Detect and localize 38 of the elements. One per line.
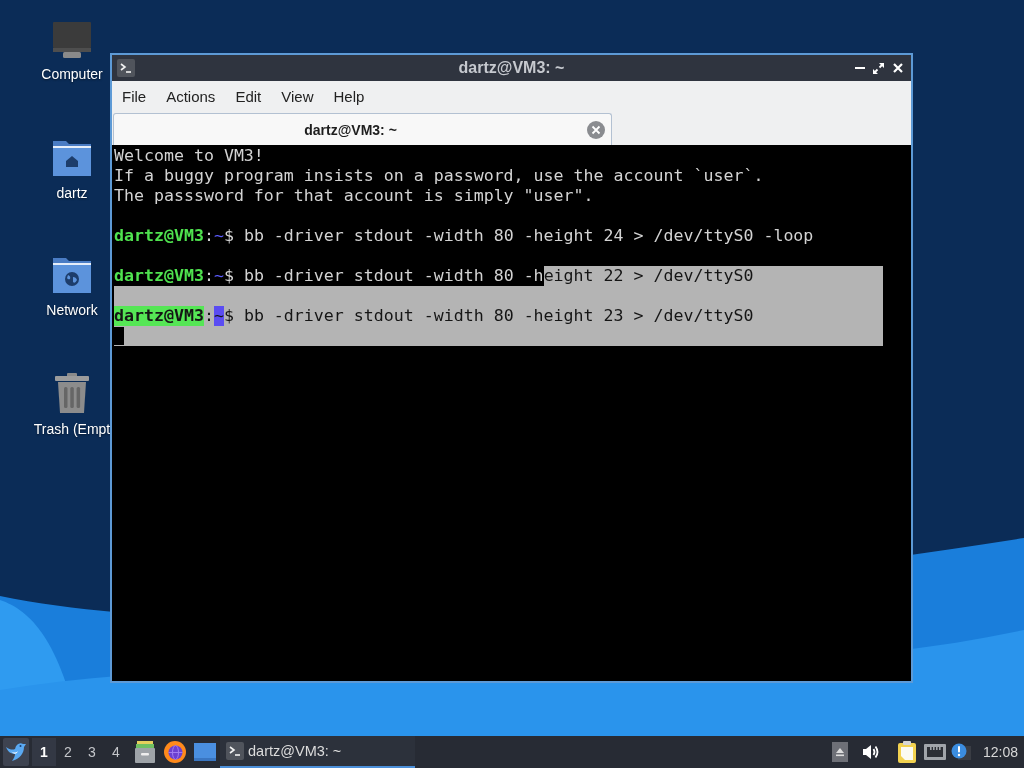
menu-item[interactable]: Actions bbox=[156, 81, 226, 112]
start-menu-button[interactable] bbox=[3, 738, 29, 766]
clock-text[interactable]: 12:08 bbox=[982, 744, 1018, 760]
workspace-button[interactable]: 1 bbox=[32, 738, 56, 766]
drawer-icon bbox=[134, 741, 156, 763]
desktop-shortcut[interactable]: Computer bbox=[41, 22, 103, 87]
window-title: dartz@VM3: ~ bbox=[458, 59, 565, 77]
close-icon bbox=[892, 63, 903, 73]
terminal-area[interactable] bbox=[112, 145, 911, 681]
workspace-button[interactable]: 2 bbox=[56, 738, 80, 766]
clipboard-icon[interactable] bbox=[897, 741, 916, 763]
menu-item[interactable]: Help bbox=[323, 81, 375, 112]
bird-icon bbox=[5, 742, 27, 762]
home-folder-icon bbox=[52, 139, 92, 177]
close-icon bbox=[587, 120, 605, 139]
terminal-tab[interactable]: dartz@VM3: ~ bbox=[113, 113, 612, 145]
tab-close-button[interactable] bbox=[587, 120, 605, 139]
terminal-icon bbox=[226, 742, 244, 760]
maximize-icon bbox=[873, 62, 884, 74]
trash-icon bbox=[53, 373, 91, 413]
menu-item[interactable]: Edit bbox=[225, 81, 272, 112]
speaker-icon[interactable] bbox=[861, 743, 880, 761]
network-port-icon[interactable] bbox=[923, 743, 946, 761]
eject-icon[interactable] bbox=[831, 742, 848, 762]
task-button[interactable]: dartz@VM3: ~ bbox=[220, 736, 415, 768]
menu-item[interactable]: File bbox=[112, 81, 157, 112]
desktop-shortcut[interactable]: dartz bbox=[52, 139, 92, 204]
monitor-icon bbox=[52, 22, 92, 58]
menu-item[interactable]: View bbox=[271, 81, 324, 112]
window-icon bbox=[194, 743, 216, 761]
globe-icon bbox=[164, 741, 186, 763]
desktop-shortcut[interactable]: Trash (Empt bbox=[33, 373, 111, 438]
workspace-button[interactable]: 3 bbox=[80, 738, 104, 766]
minimize-icon bbox=[854, 67, 865, 69]
terminal-icon bbox=[117, 59, 135, 77]
alert-icon[interactable] bbox=[950, 743, 971, 761]
workspace-button[interactable]: 4 bbox=[104, 738, 128, 766]
desktop-shortcut[interactable]: Network bbox=[46, 256, 98, 321]
